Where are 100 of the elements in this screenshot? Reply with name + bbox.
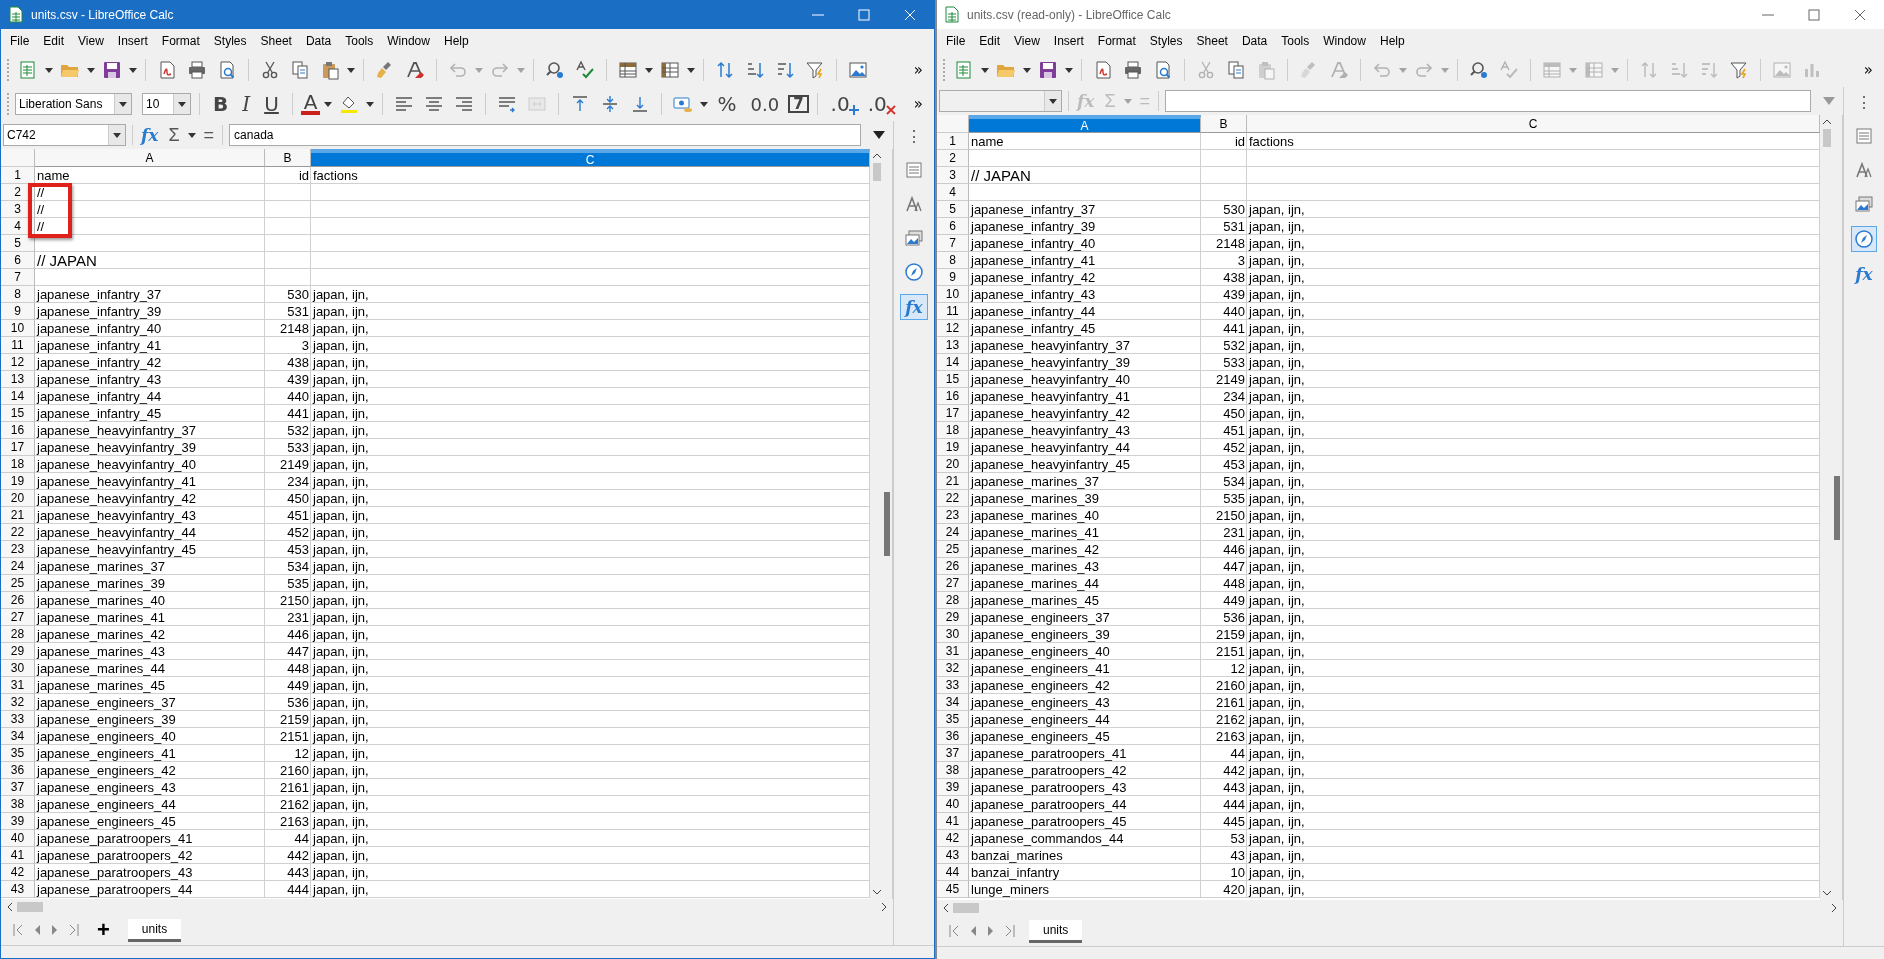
row-header[interactable]: 10: [1, 320, 35, 337]
table-rows-icon[interactable]: [618, 60, 638, 80]
column-header[interactable]: B: [265, 149, 311, 167]
row-header[interactable]: 14: [937, 354, 969, 371]
menu-item[interactable]: Sheet: [1189, 34, 1235, 48]
more-tools-button[interactable]: »: [908, 90, 928, 118]
printer-icon[interactable]: [187, 60, 207, 80]
row-header[interactable]: 22: [1, 524, 35, 541]
row-header[interactable]: 36: [1, 762, 35, 779]
row-header[interactable]: 11: [937, 303, 969, 320]
caret-icon[interactable]: [324, 101, 333, 107]
more-tools-button[interactable]: »: [1858, 56, 1878, 84]
row-header[interactable]: 24: [937, 524, 969, 541]
row-header[interactable]: 24: [1, 558, 35, 575]
row-header[interactable]: 38: [937, 762, 969, 779]
pdf-page-icon[interactable]: [1093, 60, 1113, 80]
find-replace-icon[interactable]: [1469, 60, 1489, 80]
row-header[interactable]: 23: [937, 507, 969, 524]
row-header[interactable]: 32: [1, 694, 35, 711]
caret-icon[interactable]: [187, 132, 196, 138]
row-header[interactable]: 26: [937, 558, 969, 575]
scroll-right-icon[interactable]: [1831, 903, 1837, 913]
compass-icon[interactable]: [902, 260, 926, 284]
row-header[interactable]: 41: [937, 813, 969, 830]
expand-formula-icon[interactable]: [873, 131, 885, 139]
row-header[interactable]: 43: [1, 881, 35, 898]
menu-item[interactable]: Window: [380, 34, 437, 48]
row-header[interactable]: 2: [937, 150, 969, 167]
percent-format-button[interactable]: %: [712, 90, 742, 118]
scroll-left-icon[interactable]: [943, 903, 949, 913]
row-header[interactable]: 27: [1, 609, 35, 626]
align-left-icon[interactable]: [394, 94, 415, 114]
row-header[interactable]: 33: [937, 677, 969, 694]
row-header[interactable]: 15: [937, 371, 969, 388]
row-header[interactable]: 37: [1, 779, 35, 796]
row-header[interactable]: 39: [937, 779, 969, 796]
caret-icon[interactable]: [113, 132, 121, 138]
row-header[interactable]: 20: [1, 490, 35, 507]
row-header[interactable]: 13: [937, 337, 969, 354]
row-header[interactable]: 8: [1, 286, 35, 303]
row-header[interactable]: 6: [937, 218, 969, 235]
row-header[interactable]: 10: [937, 286, 969, 303]
font-name-field[interactable]: Liberation Sans: [15, 93, 132, 115]
menu-item[interactable]: File: [3, 34, 37, 48]
row-header[interactable]: 8: [937, 252, 969, 269]
spreadsheet-icon[interactable]: [18, 60, 38, 80]
row-header[interactable]: 17: [937, 405, 969, 422]
sidebar-handle[interactable]: [1834, 475, 1840, 540]
row-header[interactable]: 12: [1, 354, 35, 371]
row-header[interactable]: 16: [937, 388, 969, 405]
caret-icon[interactable]: [366, 101, 375, 107]
bold-button[interactable]: B: [208, 90, 234, 118]
caret-icon[interactable]: [645, 67, 653, 73]
menu-item[interactable]: Window: [1316, 34, 1373, 48]
print-preview-icon[interactable]: [1153, 60, 1173, 80]
row-header[interactable]: 18: [937, 422, 969, 439]
table-columns-icon[interactable]: [660, 60, 680, 80]
column-header[interactable]: A: [35, 149, 265, 167]
menu-item[interactable]: Edit: [36, 34, 72, 48]
highlighter-icon[interactable]: [339, 94, 360, 114]
row-header[interactable]: 26: [1, 592, 35, 609]
italic-button[interactable]: I: [237, 90, 256, 118]
column-header[interactable]: C: [1247, 115, 1820, 133]
last-sheet-icon[interactable]: [1005, 925, 1015, 937]
add-decimal-button[interactable]: .0: [825, 90, 859, 118]
row-header[interactable]: 39: [1, 813, 35, 830]
delete-decimal-button[interactable]: .0: [862, 90, 896, 118]
font-size-field[interactable]: 10: [142, 93, 191, 115]
name-box-field[interactable]: C742: [3, 124, 126, 146]
row-header[interactable]: 27: [937, 575, 969, 592]
scroll-down-icon[interactable]: [872, 889, 882, 895]
row-header[interactable]: 17: [1, 439, 35, 456]
wrap-text-icon[interactable]: [497, 94, 518, 114]
caret-icon[interactable]: [687, 67, 695, 73]
menu-item[interactable]: View: [1007, 34, 1047, 48]
row-header[interactable]: 29: [937, 609, 969, 626]
row-header[interactable]: 21: [1, 507, 35, 524]
caret-icon[interactable]: [347, 67, 355, 73]
row-header[interactable]: 25: [937, 541, 969, 558]
row-header[interactable]: 6: [1, 252, 35, 269]
menu-item[interactable]: Tools: [338, 34, 381, 48]
scroll-left-icon[interactable]: [7, 902, 13, 912]
column-header[interactable]: A: [969, 115, 1201, 133]
find-replace-icon[interactable]: [545, 60, 565, 80]
sum-button[interactable]: Σ: [166, 124, 182, 146]
column-header[interactable]: C: [311, 149, 870, 167]
image-icon[interactable]: [848, 60, 868, 80]
caret-icon[interactable]: [1049, 98, 1057, 104]
caret-icon[interactable]: [119, 101, 127, 107]
sort-ascending-icon[interactable]: [745, 60, 765, 80]
row-header[interactable]: 31: [1, 677, 35, 694]
scissors-icon[interactable]: [260, 60, 280, 80]
row-header[interactable]: 37: [937, 745, 969, 762]
row-header[interactable]: 42: [937, 830, 969, 847]
row-header[interactable]: 1: [1, 167, 35, 184]
caret-icon[interactable]: [129, 67, 137, 73]
row-header[interactable]: 16: [1, 422, 35, 439]
pdf-page-icon[interactable]: [157, 60, 177, 80]
row-header[interactable]: 11: [1, 337, 35, 354]
menu-item[interactable]: Data: [298, 34, 339, 48]
